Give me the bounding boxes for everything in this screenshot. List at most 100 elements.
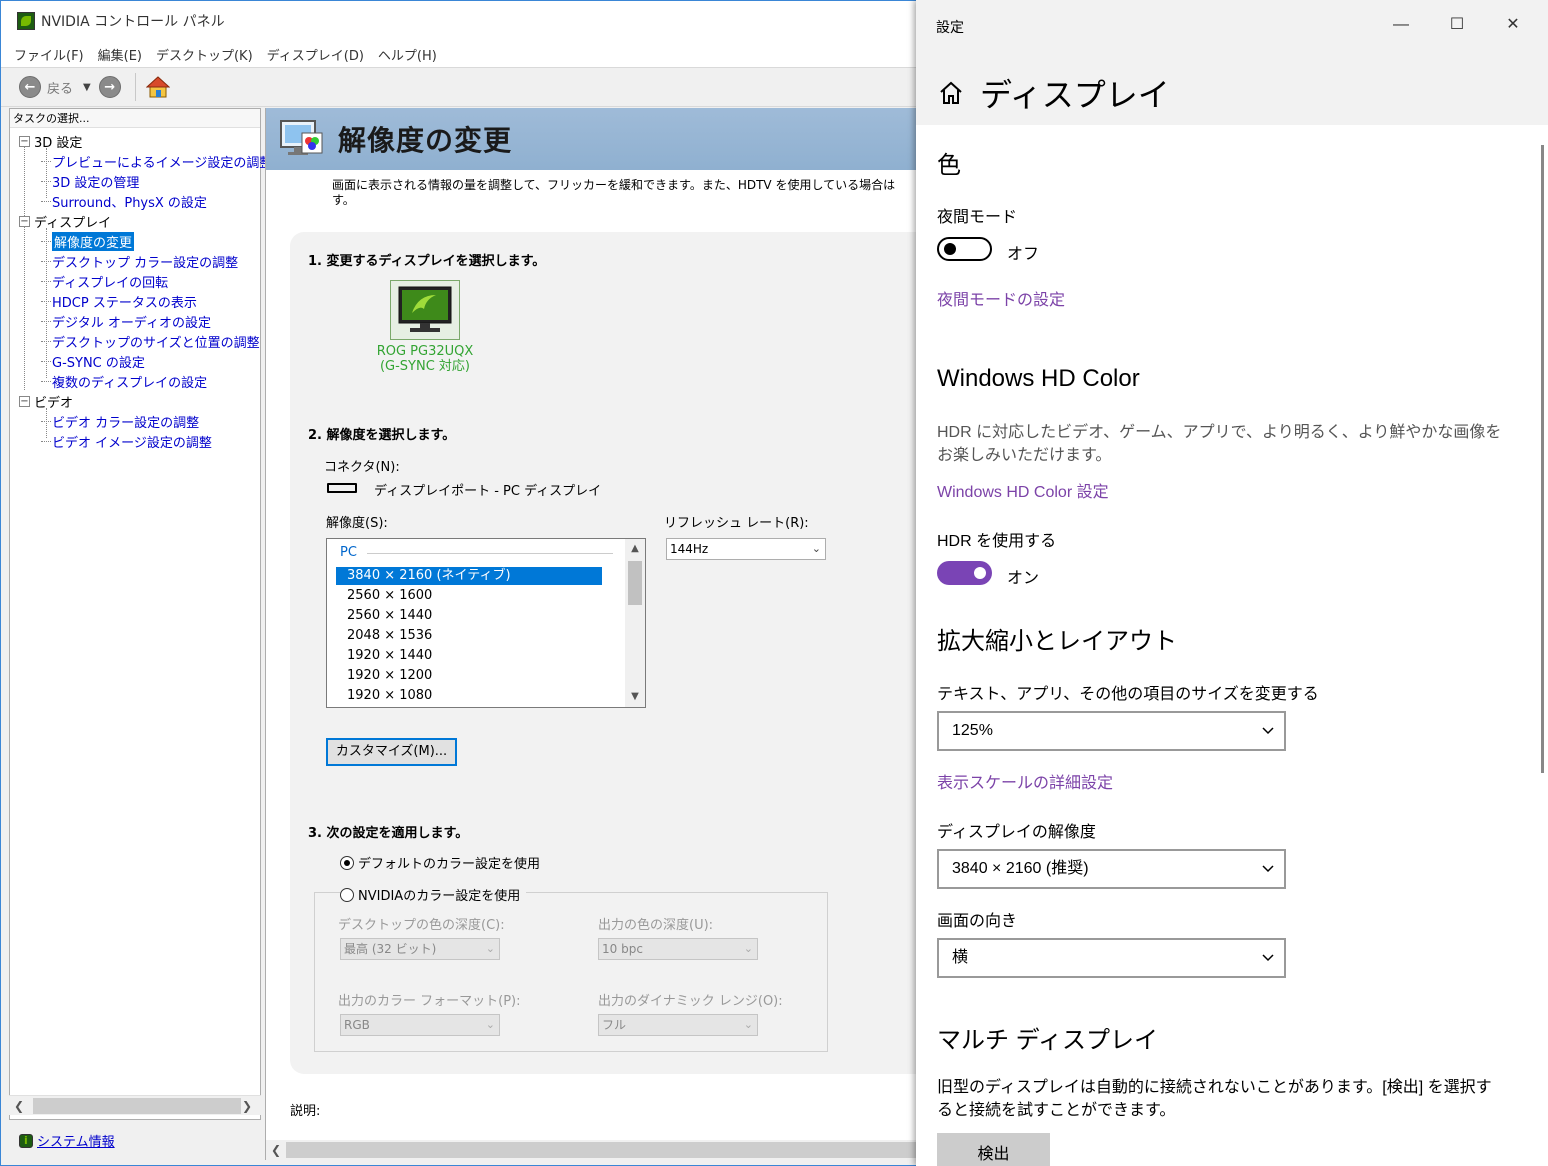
back-history-dropdown-icon[interactable]: ▼ [83, 82, 91, 93]
hd-color-settings-link[interactable]: Windows HD Color 設定 [937, 478, 1109, 502]
hd-color-section-heading: Windows HD Color [937, 365, 1140, 392]
windows-settings-window: 設定 — ☐ ✕ ディスプレイ 色 夜間モード オフ 夜間モードの設定 Wind… [916, 0, 1548, 1166]
menu-desktop[interactable]: デスクトップ(K) [156, 45, 253, 64]
monitor-icon [398, 286, 452, 332]
orientation-select[interactable]: 横 [937, 938, 1286, 978]
tree-item-hdcp-status[interactable]: HDCP ステータスの表示 [10, 291, 260, 311]
resolution-option[interactable]: 2560 × 1600 [336, 587, 602, 605]
page-header-banner: 解像度の変更 [266, 108, 926, 170]
tree-item-rotate-display[interactable]: ディスプレイの回転 [10, 271, 260, 291]
scroll-down-icon[interactable]: ▼ [625, 689, 645, 705]
resolution-option[interactable]: 1920 × 1200 [336, 667, 602, 685]
orientation-label: 画面の向き [937, 913, 1018, 930]
scroll-left-icon[interactable]: ❮ [266, 1143, 286, 1157]
advanced-scaling-link[interactable]: 表示スケールの詳細設定 [937, 769, 1113, 793]
output-color-format-label: 出力のカラー フォーマット(P): [338, 994, 521, 1009]
scroll-thumb[interactable] [628, 561, 642, 605]
detect-button[interactable]: 検出 [937, 1133, 1050, 1166]
tree-item-desktop-size-position[interactable]: デスクトップのサイズと位置の調整 [10, 331, 260, 351]
radio-unselected-icon[interactable] [340, 887, 354, 902]
tree-item-surround-physx[interactable]: Surround、PhysX の設定 [10, 191, 260, 211]
scroll-thumb[interactable] [286, 1142, 926, 1158]
display-tile-rog-pg32uqx[interactable] [390, 280, 460, 340]
scroll-thumb[interactable] [33, 1097, 241, 1114]
settings-vertical-scrollbar[interactable] [1541, 145, 1544, 773]
tree-horizontal-scrollbar[interactable]: ❮ ❯ [9, 1095, 261, 1115]
tree-item-preview-image-settings[interactable]: プレビューによるイメージ設定の調整 [10, 151, 272, 171]
tree-item-manage-3d-settings[interactable]: 3D 設定の管理 [10, 171, 260, 191]
maximize-icon[interactable]: ☐ [1442, 12, 1472, 38]
resolution-listbox[interactable]: PC 3840 × 2160 (ネイティブ) 2560 × 1600 2560 … [326, 538, 646, 708]
color-section-heading: 色 [937, 152, 961, 179]
connector-label: コネクタ(N): [324, 460, 400, 475]
tree-category-display[interactable]: − ディスプレイ [10, 211, 260, 231]
scroll-up-icon[interactable]: ▲ [625, 541, 645, 557]
menu-edit[interactable]: 編集(E) [98, 45, 142, 64]
hd-color-description: HDR に対応したビデオ、ゲーム、アプリで、より明るく、より鮮やかな画像をお楽し… [937, 424, 1502, 464]
multi-display-section-heading: マルチ ディスプレイ [937, 1027, 1158, 1054]
settings-panel: 1. 変更するディスプレイを選択します。 ROG PG32UQX (G-SYNC… [290, 232, 926, 1074]
customize-button[interactable]: カスタマイズ(M)... [326, 738, 457, 766]
tree-item-gsync[interactable]: G-SYNC の設定 [10, 351, 260, 371]
tree-category-video[interactable]: − ビデオ [10, 391, 260, 411]
resolution-option[interactable]: 1920 × 1440 [336, 647, 602, 665]
task-tree: − 3D 設定 プレビューによるイメージ設定の調整 3D 設定の管理 Surro… [10, 128, 272, 451]
display-resolution-select[interactable]: 3840 × 2160 (推奨) [937, 849, 1286, 889]
tree-item-video-color[interactable]: ビデオ カラー設定の調整 [10, 411, 260, 431]
resolution-option[interactable]: 3840 × 2160 (ネイティブ) [336, 567, 602, 585]
collapse-icon[interactable]: − [19, 135, 30, 147]
menu-help[interactable]: ヘルプ(H) [378, 45, 437, 64]
output-dynamic-range-select[interactable]: フル ⌄ [598, 1014, 758, 1036]
output-color-depth-label: 出力の色の深度(U): [598, 918, 714, 933]
scale-label: テキスト、アプリ、その他の項目のサイズを変更する [937, 686, 1319, 703]
forward-arrow-icon[interactable]: → [98, 76, 121, 98]
radio-default-color[interactable]: デフォルトのカラー設定を使用 [340, 853, 540, 872]
output-dynamic-range-label: 出力のダイナミック レンジ(O): [598, 994, 783, 1009]
system-info-link[interactable]: システム情報 [19, 1131, 115, 1150]
tree-item-video-image[interactable]: ビデオ イメージ設定の調整 [10, 431, 260, 451]
task-tree-panel: タスクの選択... − 3D 設定 プレビューによるイメージ設定の調整 3D 設… [9, 108, 272, 1120]
refresh-rate-select[interactable]: 144Hz ⌄ [666, 538, 826, 560]
collapse-icon[interactable]: − [19, 215, 30, 227]
radio-selected-icon[interactable] [340, 855, 354, 870]
chevron-down-icon [1262, 727, 1274, 735]
output-color-depth-select[interactable]: 10 bpc ⌄ [598, 938, 758, 960]
refresh-rate-label: リフレッシュ レート(R): [664, 516, 809, 531]
display-resolution-icon [280, 119, 324, 159]
scroll-left-icon[interactable]: ❮ [9, 1099, 29, 1113]
scale-select[interactable]: 125% [937, 711, 1286, 751]
desktop-color-depth-label: デスクトップの色の深度(C): [338, 918, 505, 933]
menu-file[interactable]: ファイル(F) [14, 45, 84, 64]
night-mode-state: オフ [1007, 246, 1040, 263]
nvidia-main-content: 解像度の変更 画面に表示される情報の量を調整して、フリッカーを緩和できます。また… [265, 108, 926, 1160]
back-arrow-icon[interactable]: ← [19, 76, 41, 98]
minimize-icon[interactable]: — [1386, 12, 1416, 38]
tree-item-multiple-displays[interactable]: 複数のディスプレイの設定 [10, 371, 260, 391]
tree-item-desktop-color[interactable]: デスクトップ カラー設定の調整 [10, 251, 260, 271]
home-icon[interactable] [145, 76, 171, 98]
system-info-label[interactable]: システム情報 [37, 1131, 115, 1150]
tree-item-digital-audio[interactable]: デジタル オーディオの設定 [10, 311, 260, 331]
collapse-icon[interactable]: − [19, 395, 30, 407]
output-color-format-select[interactable]: RGB ⌄ [340, 1014, 500, 1036]
night-mode-toggle[interactable] [937, 237, 992, 261]
home-icon[interactable] [938, 80, 964, 106]
display-resolution-label: ディスプレイの解像度 [937, 824, 1096, 841]
close-icon[interactable]: ✕ [1498, 12, 1528, 38]
chevron-down-icon [1262, 954, 1274, 962]
menu-display[interactable]: ディスプレイ(D) [267, 45, 364, 64]
content-horizontal-scrollbar[interactable]: ❮ [266, 1140, 926, 1160]
resolution-list-scrollbar[interactable]: ▲ ▼ [625, 539, 645, 707]
night-mode-label: 夜間モード [937, 209, 1018, 226]
tree-category-3d[interactable]: − 3D 設定 [10, 131, 260, 151]
night-mode-settings-link[interactable]: 夜間モードの設定 [937, 286, 1065, 310]
resolution-option[interactable]: 2048 × 1536 [336, 627, 602, 645]
hdr-toggle[interactable] [937, 561, 992, 585]
radio-nvidia-color[interactable]: NVIDIAのカラー設定を使用 [340, 885, 527, 904]
back-button-label[interactable]: 戻る [47, 78, 73, 97]
resolution-option[interactable]: 1920 × 1080 [336, 687, 602, 705]
scroll-right-icon[interactable]: ❯ [237, 1099, 257, 1113]
tree-item-change-resolution[interactable]: 解像度の変更 [10, 231, 260, 251]
desktop-color-depth-select[interactable]: 最高 (32 ビット) ⌄ [340, 938, 500, 960]
resolution-option[interactable]: 2560 × 1440 [336, 607, 602, 625]
